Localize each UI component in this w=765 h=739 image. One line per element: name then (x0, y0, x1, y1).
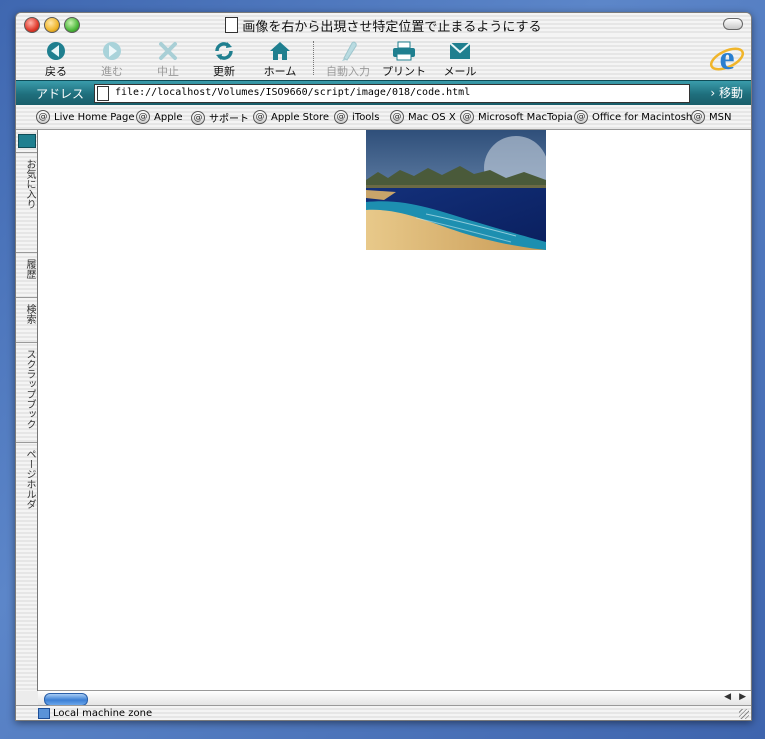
status-bar: Local machine zone (16, 705, 751, 720)
forward-label: 進む (101, 65, 123, 78)
refresh-label: 更新 (213, 65, 235, 78)
stop-button[interactable]: 中止 (142, 40, 194, 79)
favorite-link[interactable]: @ Mac OS X (390, 110, 456, 124)
toolbar-separator (313, 41, 314, 75)
back-label: 戻る (45, 65, 67, 78)
forward-button[interactable]: 進む (86, 40, 138, 79)
toolbar: 戻る 進む 中止 更新 ホーム 自動入力 プリント メール e (16, 35, 751, 80)
sidebar-tab-history[interactable]: 履歴 (16, 252, 37, 297)
refresh-button[interactable]: 更新 (198, 40, 250, 79)
scroll-left-arrow-icon[interactable]: ◀ (724, 692, 731, 702)
at-sign-icon: @ (390, 110, 404, 124)
at-sign-icon: @ (574, 110, 588, 124)
favorite-label: iTools (352, 111, 380, 123)
at-sign-icon: @ (253, 110, 267, 124)
sidebar-tab-search[interactable]: 検索 (16, 297, 37, 342)
sidebar-tab-favorites[interactable]: お気に入り (16, 152, 37, 252)
sidebar-tab-scrapbook[interactable]: スクラップブック (16, 342, 37, 442)
zone-computer-icon (38, 708, 50, 719)
svg-text:e: e (719, 40, 734, 77)
sidebar-toggle-icon[interactable] (18, 134, 36, 148)
autofill-pen-icon (342, 41, 357, 61)
at-sign-icon: @ (460, 110, 474, 124)
printer-icon (393, 41, 415, 61)
window-title-text: 画像を右から出現させ特定位置で止まるようにする (242, 20, 542, 35)
favorite-label: Mac OS X (408, 111, 456, 123)
favorite-link[interactable]: @ iTools (334, 110, 379, 124)
mail-label: メール (443, 65, 477, 78)
forward-arrow-icon (103, 42, 121, 60)
favorite-link[interactable]: @ Office for Macintosh (574, 110, 692, 124)
autofill-button[interactable]: 自動入力 (322, 40, 374, 79)
at-sign-icon: @ (136, 110, 150, 124)
go-button[interactable]: › 移動 (710, 84, 743, 101)
address-input[interactable]: file://localhost/Volumes/ISO9660/script/… (94, 84, 690, 103)
home-label: ホーム (263, 65, 297, 78)
favorite-link[interactable]: @ Live Home Page (36, 110, 135, 124)
toolbar-toggle-button[interactable] (723, 18, 743, 30)
autofill-label: 自動入力 (326, 65, 370, 78)
favorite-link[interactable]: @ Apple Store (253, 110, 329, 124)
mail-envelope-icon (449, 42, 471, 59)
home-button[interactable]: ホーム (254, 40, 306, 79)
favorite-link[interactable]: @ Microsoft MacTopia (460, 110, 573, 124)
at-sign-icon: @ (36, 110, 50, 124)
address-bar: アドレス file://localhost/Volumes/ISO9660/sc… (16, 80, 751, 106)
favorite-label: Office for Macintosh (592, 111, 693, 123)
back-arrow-icon (47, 42, 65, 60)
favorite-label: Apple Store (271, 111, 330, 123)
print-button[interactable]: プリント (378, 40, 430, 79)
address-label: アドレス (36, 87, 85, 101)
favorite-label: MSN (709, 111, 732, 123)
favorite-label: Microsoft MacTopia (478, 111, 573, 123)
address-url: file://localhost/Volumes/ISO9660/script/… (115, 87, 471, 98)
favorite-label: サポート (209, 114, 249, 125)
at-sign-icon: @ (191, 110, 205, 125)
mail-button[interactable]: メール (434, 40, 486, 79)
page-content (38, 130, 750, 690)
stop-x-icon (159, 42, 177, 60)
at-sign-icon: @ (334, 110, 348, 124)
favorite-label: Apple (154, 111, 183, 123)
explorer-sidebar: お気に入り 履歴 検索 スクラップブック ページホルダ (16, 130, 38, 691)
refresh-icon (215, 42, 233, 60)
window-title: 画像を右から出現させ特定位置で止まるようにする (16, 16, 751, 35)
landscape-image (366, 130, 546, 250)
favorite-link[interactable]: @ サポート (191, 110, 249, 125)
print-label: プリント (382, 65, 426, 78)
sidebar-tab-page-holder[interactable]: ページホルダ (16, 442, 37, 532)
page-document-icon (97, 86, 109, 101)
go-label: 移動 (718, 86, 743, 100)
favorite-label: Live Home Page (54, 111, 135, 123)
ie-logo-icon: e (709, 39, 745, 77)
browser-window: 画像を右から出現させ特定位置で止まるようにする 戻る 進む 中止 更新 ホーム … (15, 12, 752, 721)
resize-grip-icon[interactable] (739, 709, 749, 719)
stop-label: 中止 (157, 65, 179, 78)
security-zone-text: Local machine zone (53, 708, 153, 719)
favorite-link[interactable]: @ Apple (136, 110, 182, 124)
home-icon (270, 42, 290, 60)
scroll-right-arrow-icon[interactable]: ▶ (739, 692, 746, 702)
at-sign-icon: @ (691, 110, 705, 124)
horizontal-scrollbar[interactable]: ◀ ▶ (38, 690, 751, 706)
document-icon (225, 17, 239, 33)
back-button[interactable]: 戻る (30, 40, 82, 79)
favorites-bar: @ Live Home Page @ Apple @ サポート @ Apple Stor… (16, 105, 751, 130)
title-bar[interactable]: 画像を右から出現させ特定位置で止まるようにする (16, 13, 751, 35)
favorite-link[interactable]: @ MSN (691, 110, 731, 124)
